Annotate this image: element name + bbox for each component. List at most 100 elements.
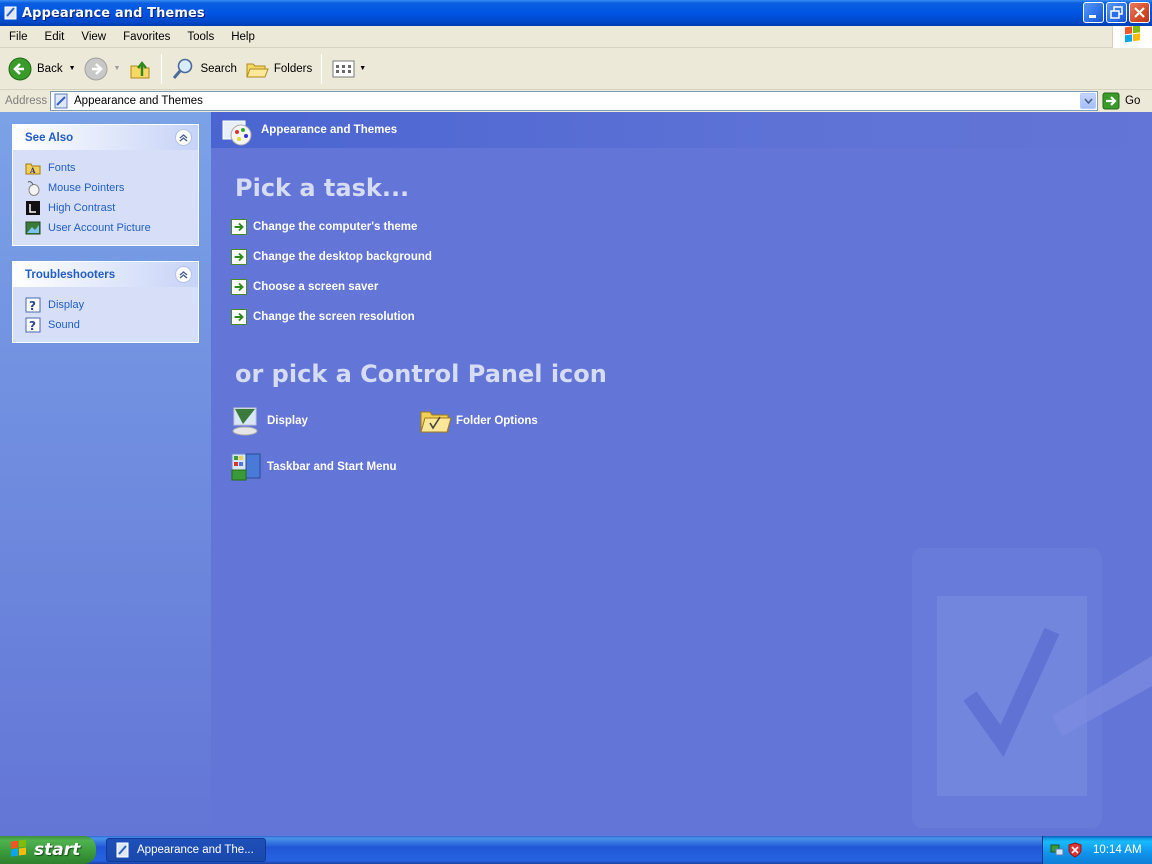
svg-text:?: ? <box>29 299 36 313</box>
toolbar-separator <box>321 53 323 84</box>
help-icon: ? <box>25 297 41 313</box>
minimize-icon <box>1089 15 1096 18</box>
task-screen-resolution-label: Change the screen resolution <box>253 311 415 323</box>
address-value: Appearance and Themes <box>74 95 203 107</box>
collapse-button[interactable] <box>175 266 192 283</box>
task-change-background-label: Change the desktop background <box>253 251 432 263</box>
see-also-panel: See Also A Fonts Mouse Pointers High Con… <box>12 124 199 246</box>
control-panel-icon <box>116 842 129 858</box>
folders-icon <box>246 63 269 77</box>
views-button[interactable]: ▼ <box>327 52 370 86</box>
troubleshooters-title: Troubleshooters <box>25 268 116 281</box>
folder-options-icon <box>420 411 452 433</box>
title-bar[interactable]: Appearance and Themes <box>0 0 1152 26</box>
link-mouse-pointers[interactable]: Mouse Pointers <box>25 178 198 198</box>
up-folder-button[interactable] <box>124 52 156 86</box>
category-header: Appearance and Themes <box>211 112 1152 148</box>
menu-bar: File Edit View Favorites Tools Help <box>0 25 1152 48</box>
cp-icon-taskbar-start-menu[interactable]: Taskbar and Start Menu <box>229 450 397 484</box>
chevron-up-icon <box>179 134 188 142</box>
search-label: Search <box>200 62 237 75</box>
close-button[interactable] <box>1129 2 1150 23</box>
menu-tools[interactable]: Tools <box>178 31 222 43</box>
high-contrast-icon <box>26 201 40 215</box>
link-fonts[interactable]: A Fonts <box>25 158 198 178</box>
category-title: Appearance and Themes <box>261 124 398 136</box>
go-arrow-icon <box>1102 92 1120 110</box>
network-icon[interactable] <box>1049 842 1065 858</box>
link-user-account-picture[interactable]: User Account Picture <box>25 218 198 238</box>
troubleshooters-panel: Troubleshooters ? Display ? Sound <box>12 261 199 343</box>
task-screen-resolution[interactable]: Change the screen resolution <box>231 309 415 325</box>
close-icon <box>1134 7 1145 18</box>
taskbar-start-menu-icon <box>231 453 261 481</box>
link-display-troubleshooter-label: Display <box>48 299 85 311</box>
minimize-button[interactable] <box>1083 2 1104 23</box>
up-folder-icon <box>130 60 150 78</box>
search-icon <box>173 58 193 79</box>
start-button[interactable]: start <box>0 836 96 864</box>
link-fonts-label: Fonts <box>48 162 76 174</box>
views-icon <box>332 60 355 77</box>
go-button[interactable]: Go <box>1102 92 1140 110</box>
restore-icon <box>1110 6 1123 19</box>
svg-text:A: A <box>29 166 36 175</box>
pick-icon-heading: or pick a Control Panel icon <box>235 360 607 388</box>
menu-edit[interactable]: Edit <box>36 31 73 43</box>
collapse-button[interactable] <box>175 129 192 146</box>
fonts-folder-icon: A <box>25 163 41 175</box>
clock[interactable]: 10:14 AM <box>1093 844 1142 856</box>
link-high-contrast[interactable]: High Contrast <box>25 198 198 218</box>
start-label: start <box>34 840 81 860</box>
link-display-troubleshooter[interactable]: ? Display <box>25 295 198 315</box>
link-high-contrast-label: High Contrast <box>48 202 116 214</box>
search-button[interactable]: Search <box>167 52 240 86</box>
forward-arrow-icon <box>84 57 108 80</box>
taskbar-window-button[interactable]: Appearance and The... <box>106 838 266 862</box>
task-change-theme[interactable]: Change the computer's theme <box>231 219 417 235</box>
toolbar-separator <box>161 53 163 84</box>
menu-help[interactable]: Help <box>222 31 263 43</box>
toolbar: Back ▼ ▼ Search Folders ▼ <box>0 48 1152 90</box>
menu-view[interactable]: View <box>72 31 114 43</box>
views-dropdown-icon[interactable]: ▼ <box>359 65 366 72</box>
pick-task-heading: Pick a task... <box>235 174 410 202</box>
address-input[interactable]: Appearance and Themes <box>50 91 1098 111</box>
address-dropdown-button[interactable] <box>1080 93 1096 109</box>
cp-icon-folder-options[interactable]: Folder Options <box>418 404 538 438</box>
task-screen-saver[interactable]: Choose a screen saver <box>231 279 378 295</box>
menu-file[interactable]: File <box>0 31 36 43</box>
troubleshooters-header[interactable]: Troubleshooters <box>13 262 198 287</box>
cp-icon-display-label: Display <box>267 415 308 427</box>
link-sound-troubleshooter[interactable]: ? Sound <box>25 315 198 335</box>
control-panel-icon <box>54 93 68 109</box>
security-alert-icon[interactable] <box>1067 842 1083 858</box>
help-icon: ? <box>25 317 41 333</box>
task-arrow-icon <box>231 249 247 265</box>
back-dropdown-icon[interactable]: ▼ <box>69 65 76 72</box>
display-icon <box>232 407 258 436</box>
chevron-down-icon <box>1083 98 1093 104</box>
see-also-header[interactable]: See Also <box>13 125 198 150</box>
link-mouse-pointers-label: Mouse Pointers <box>48 182 125 194</box>
svg-text:?: ? <box>29 319 36 333</box>
forward-dropdown-icon[interactable]: ▼ <box>114 65 121 72</box>
menu-favorites[interactable]: Favorites <box>114 31 178 43</box>
windows-flag-icon <box>1125 25 1140 43</box>
content-pane: Appearance and Themes Pick a task... Cha… <box>211 112 1152 836</box>
task-screen-saver-label: Choose a screen saver <box>253 281 379 293</box>
restore-button[interactable] <box>1106 2 1127 23</box>
taskbar-window-label: Appearance and The... <box>137 844 254 856</box>
task-arrow-icon <box>231 219 247 235</box>
task-arrow-icon <box>231 279 247 295</box>
task-change-background[interactable]: Change the desktop background <box>231 249 432 265</box>
forward-button[interactable]: ▼ <box>80 52 125 86</box>
back-arrow-icon <box>8 57 32 80</box>
back-button[interactable]: Back ▼ <box>4 52 80 86</box>
link-sound-troubleshooter-label: Sound <box>48 319 80 331</box>
folders-label: Folders <box>273 62 313 75</box>
system-tray: 10:14 AM <box>1042 836 1152 864</box>
folders-button[interactable]: Folders <box>241 52 316 86</box>
cp-icon-display[interactable]: Display <box>229 404 308 438</box>
task-pane: See Also A Fonts Mouse Pointers High Con… <box>0 112 211 836</box>
